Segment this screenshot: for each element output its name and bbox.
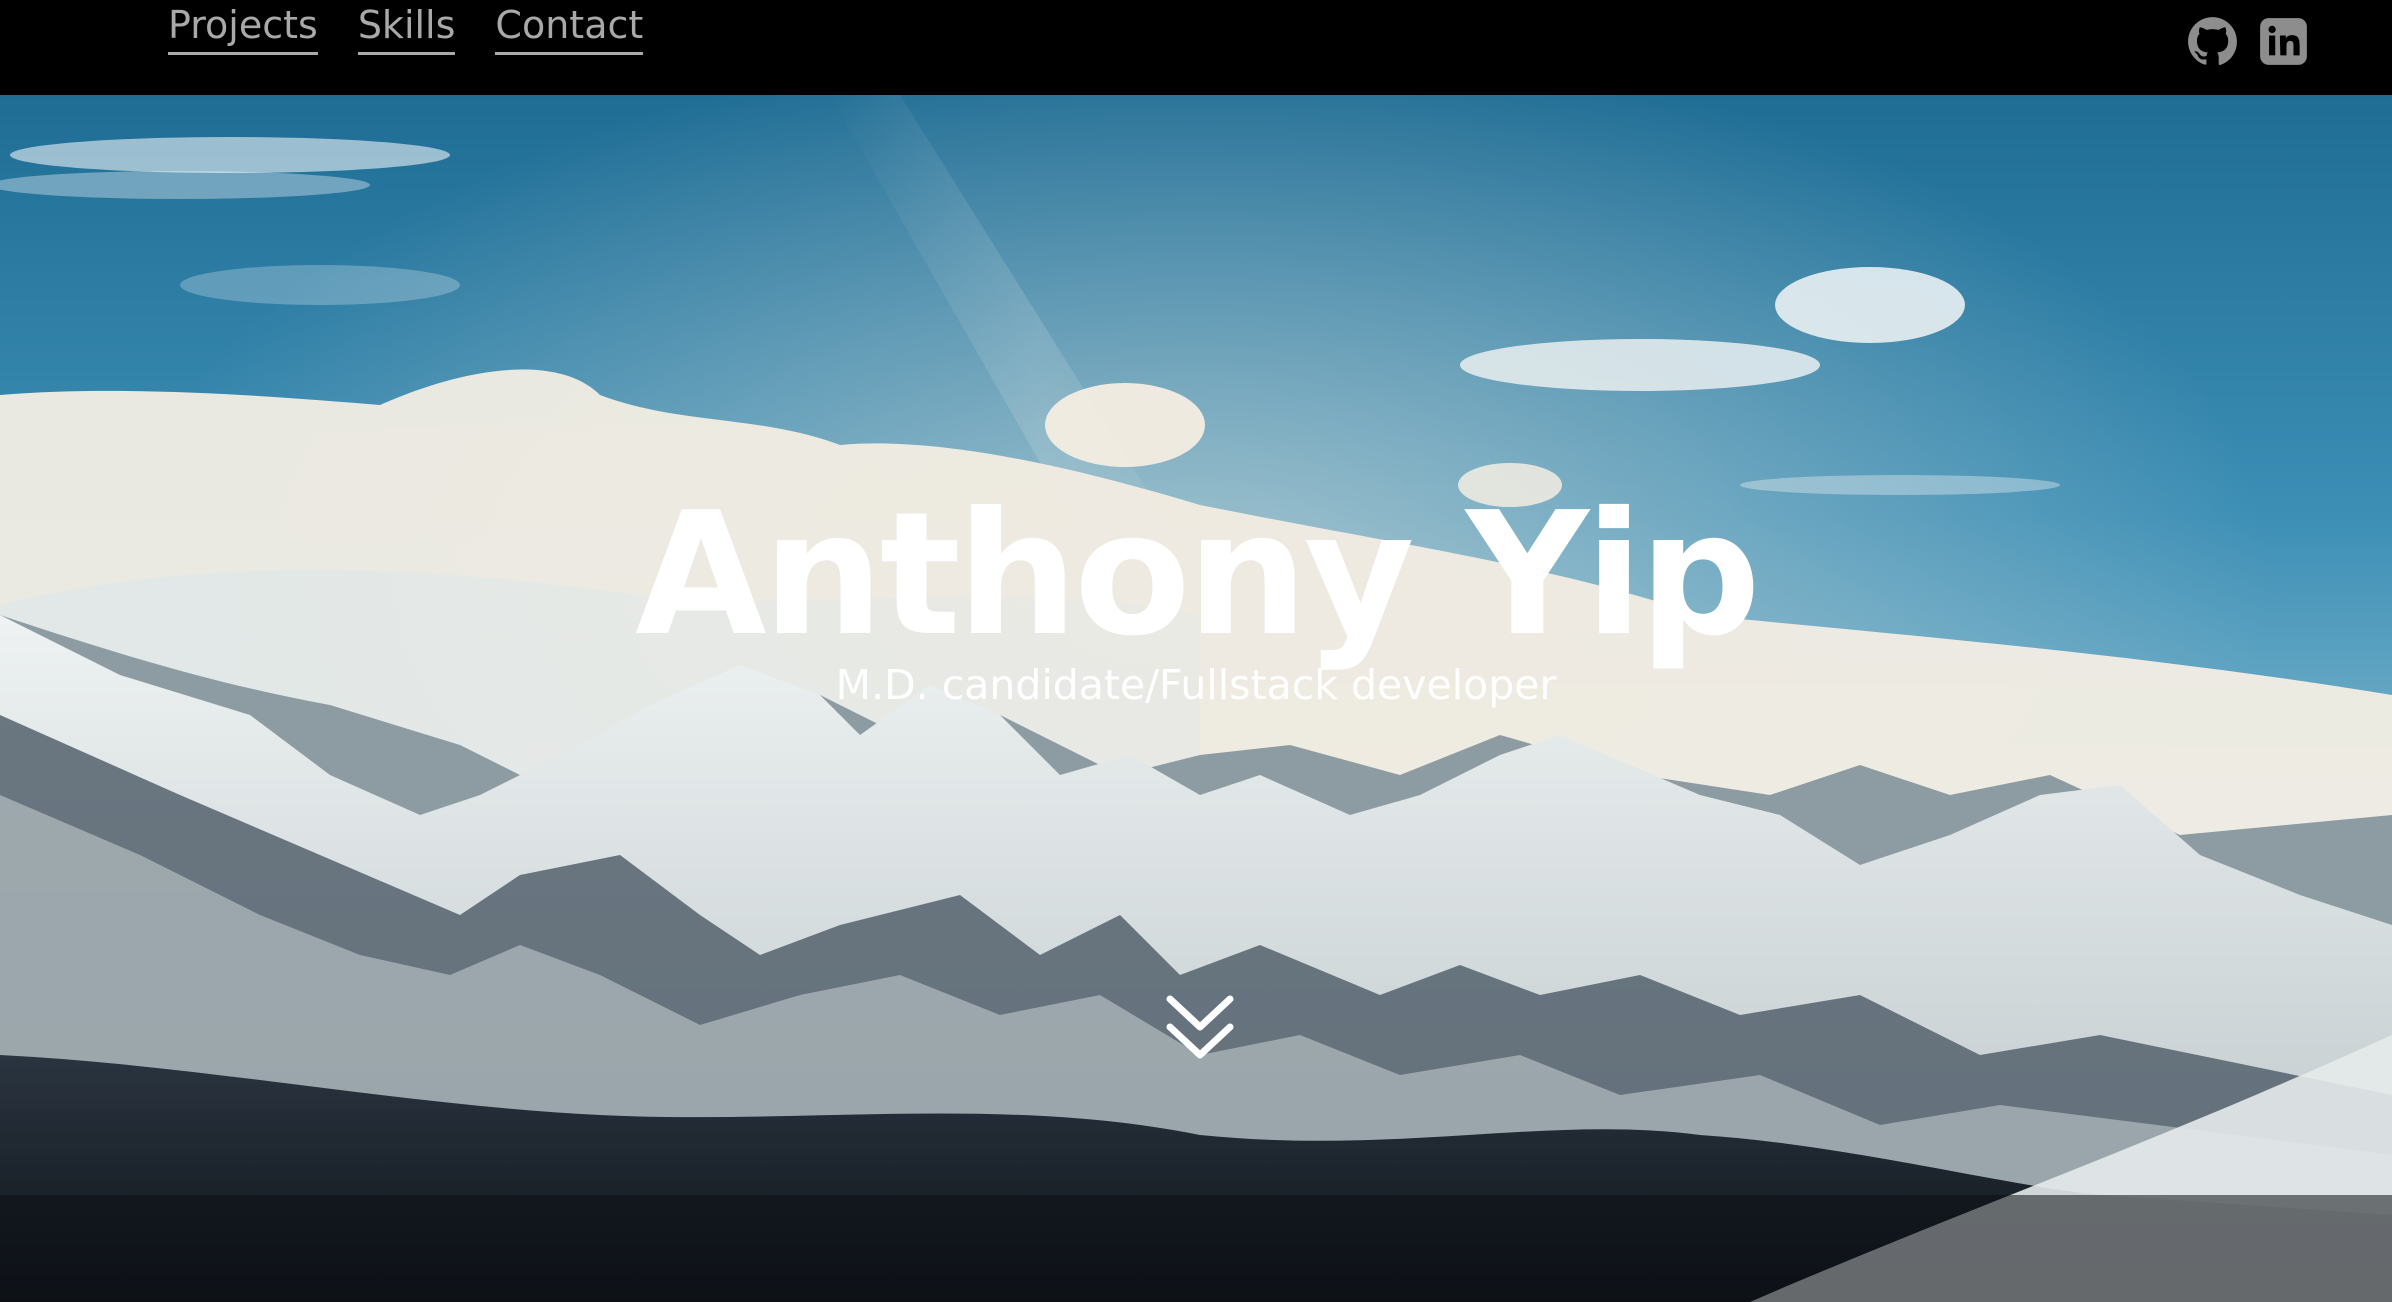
main-nav: Projects Skills Contact [168, 0, 644, 55]
portfolio-page: Projects Skills Contact Anthony Yip M.D.… [0, 0, 2392, 1302]
linkedin-icon[interactable] [2258, 16, 2309, 67]
nav-link-projects[interactable]: Projects [168, 0, 318, 55]
top-navbar: Projects Skills Contact [0, 0, 2392, 95]
social-links [2187, 16, 2309, 67]
double-chevron-down-icon[interactable] [1162, 991, 1238, 1067]
github-icon[interactable] [2187, 16, 2238, 67]
nav-link-contact[interactable]: Contact [495, 0, 644, 55]
hero-title: Anthony Yip [635, 476, 1761, 674]
hero-subtitle: M.D. candidate/Fullstack developer [835, 661, 1557, 709]
hero-section: Anthony Yip M.D. candidate/Fullstack dev… [0, 95, 2392, 1302]
nav-link-skills[interactable]: Skills [357, 0, 456, 55]
